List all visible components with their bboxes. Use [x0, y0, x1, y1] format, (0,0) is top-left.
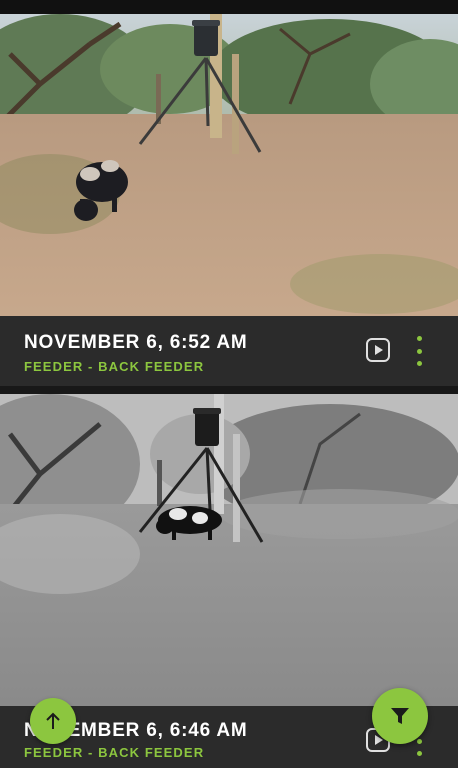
scroll-to-top-button[interactable]	[30, 698, 76, 744]
filter-icon	[391, 708, 409, 724]
card-divider	[0, 386, 458, 394]
more-vertical-icon[interactable]	[412, 336, 426, 366]
camera-location: FEEDER - BACK FEEDER	[24, 359, 205, 374]
arrow-up-icon	[46, 712, 60, 729]
camera-location: FEEDER - BACK FEEDER	[24, 745, 205, 760]
status-bar	[0, 0, 458, 14]
photo-info-bar: NOVEMBER 6, 6:52 AM FEEDER - BACK FEEDER	[0, 316, 458, 386]
filter-button[interactable]	[372, 688, 428, 744]
photo-date: NOVEMBER 6, 6:52 AM	[24, 332, 248, 353]
trail-camera-photo[interactable]	[0, 14, 458, 316]
play-icon[interactable]	[366, 338, 390, 362]
trail-camera-photo[interactable]	[0, 394, 458, 706]
photo-card[interactable]: NOVEMBER 6, 6:52 AM FEEDER - BACK FEEDER	[0, 14, 458, 386]
